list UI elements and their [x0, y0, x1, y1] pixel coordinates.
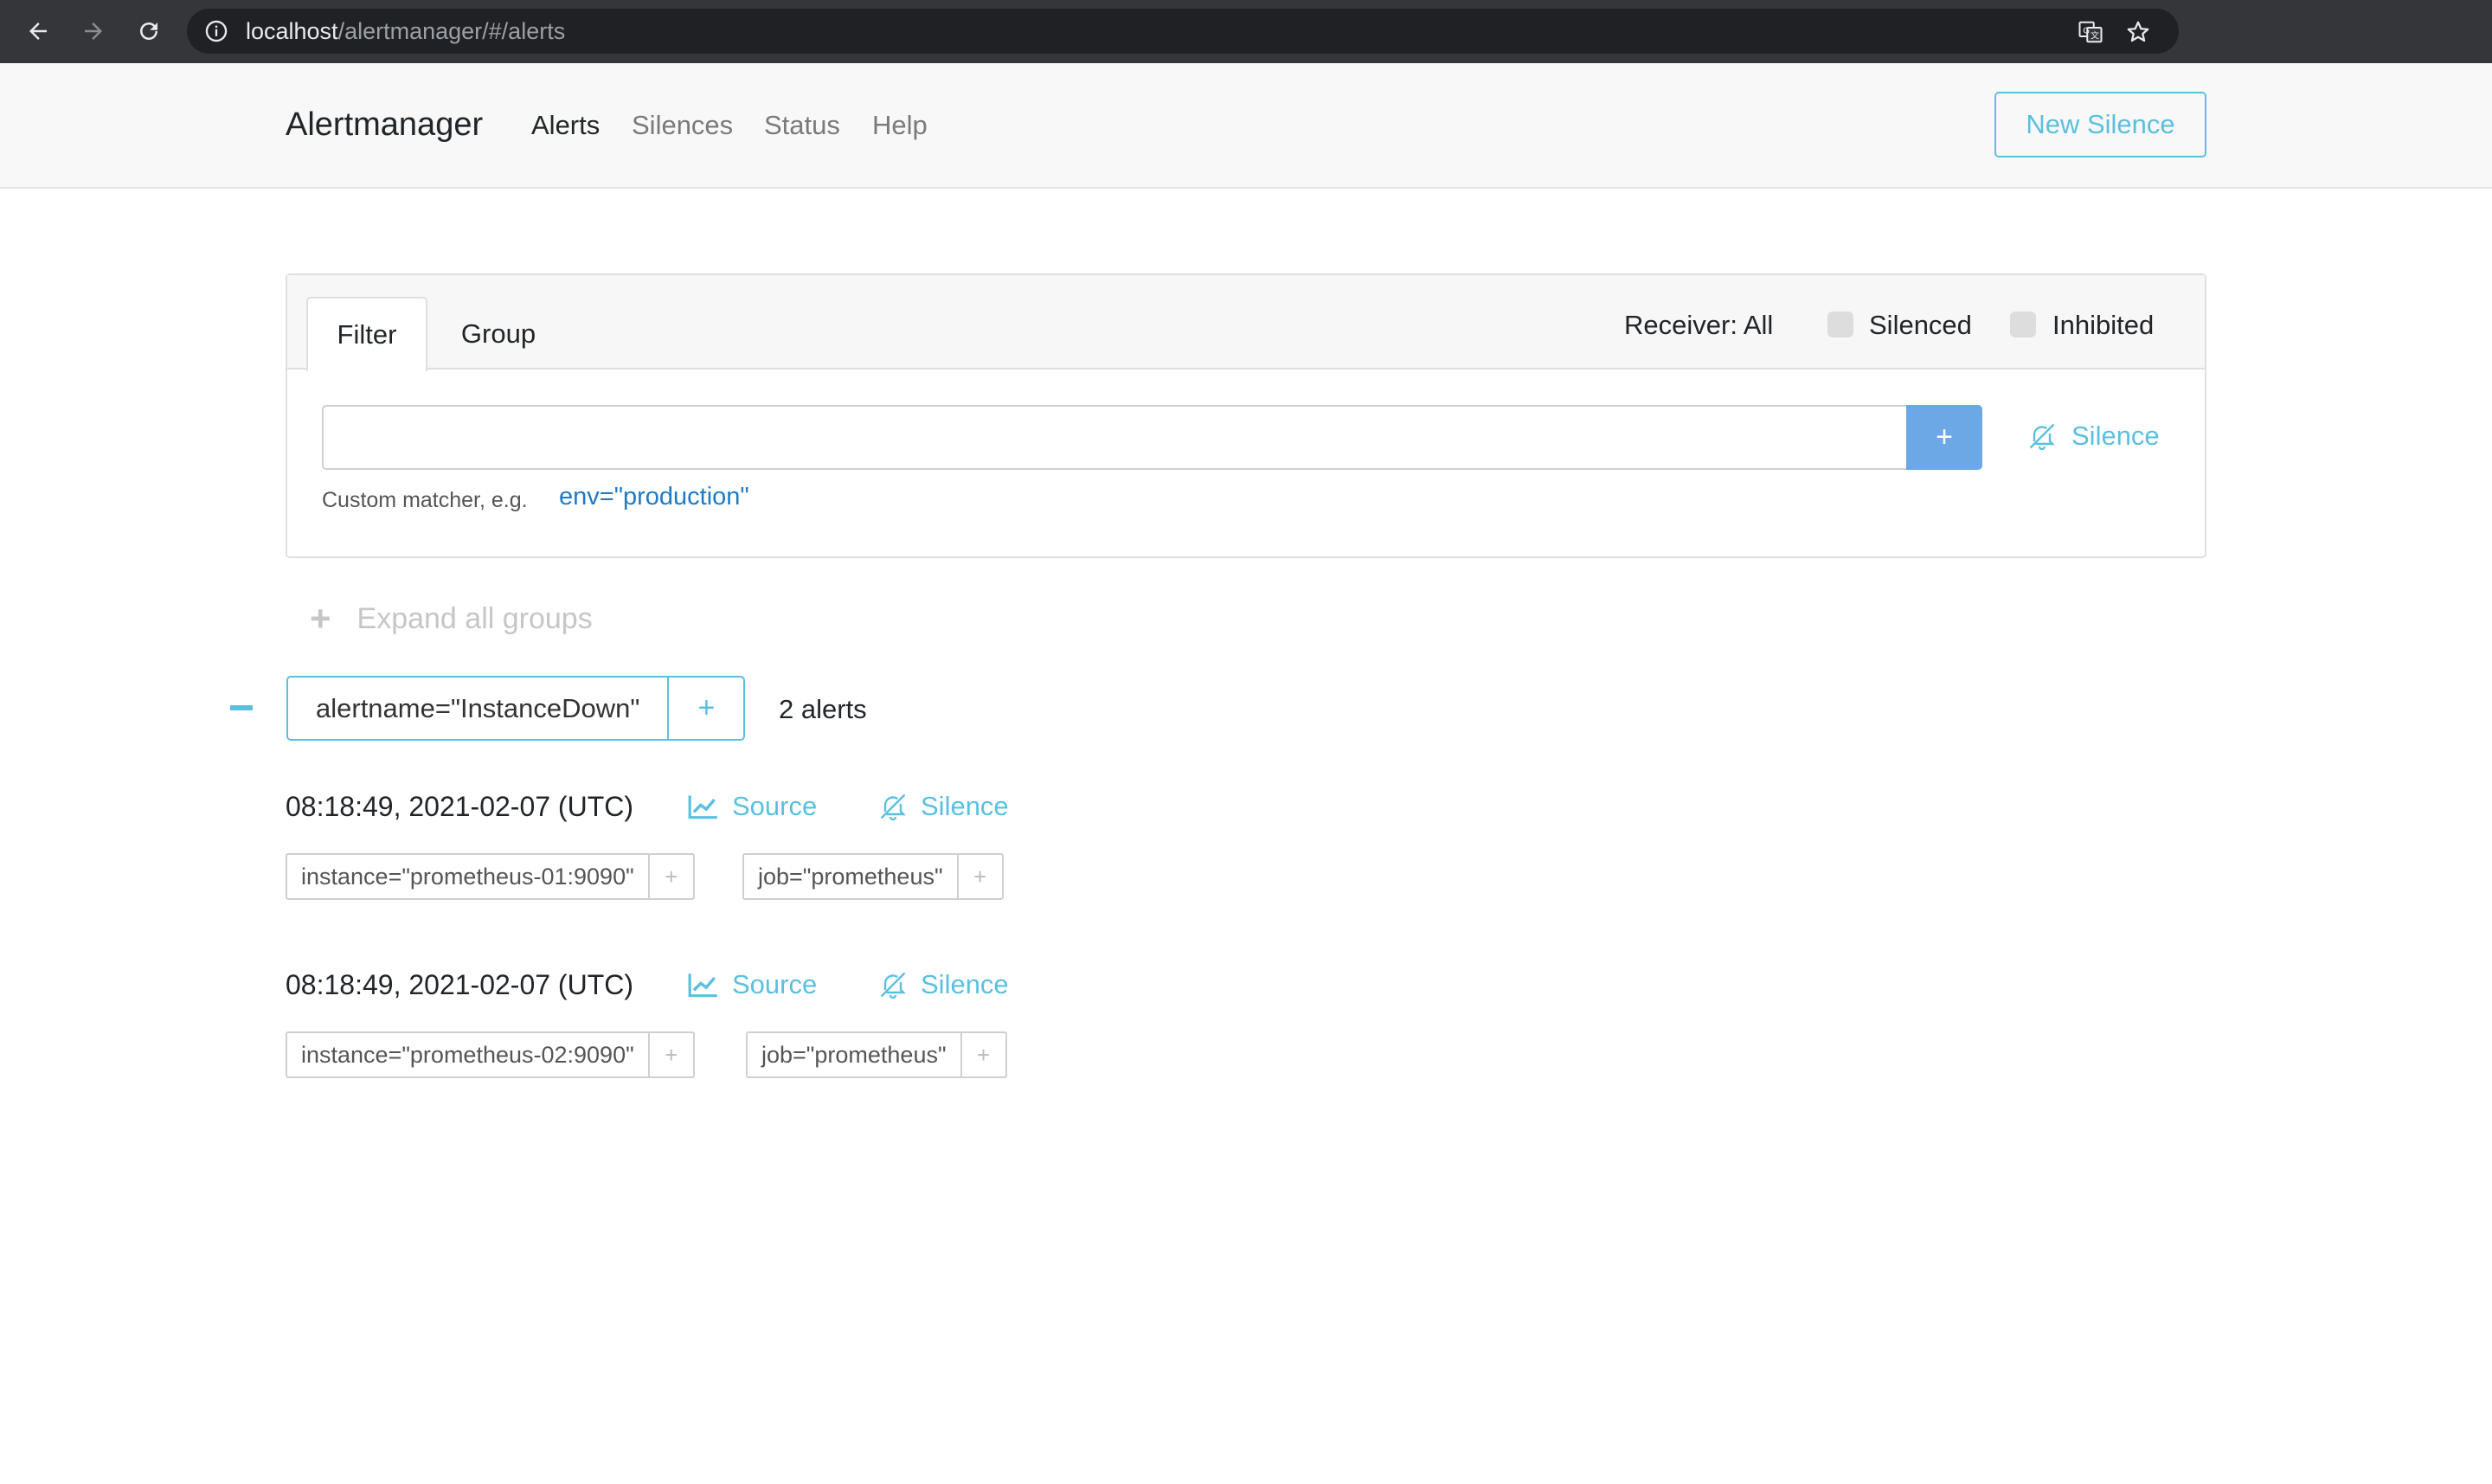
silenced-checkbox[interactable]	[1827, 312, 1853, 337]
tab-group[interactable]: Group	[450, 297, 547, 371]
silenced-label[interactable]: Silenced	[1869, 310, 1972, 341]
group-label: alertname="InstanceDown" +	[286, 676, 746, 741]
alert-source-label: Source	[732, 969, 818, 999]
label-chip-text[interactable]: instance="prometheus-02:9090"	[287, 1033, 650, 1076]
label-chip-add[interactable]: +	[650, 855, 693, 898]
back-icon[interactable]	[19, 12, 57, 50]
bell-slash-icon	[880, 972, 906, 999]
group-label-text[interactable]: alertname="InstanceDown"	[288, 678, 670, 739]
nav-status[interactable]: Status	[764, 110, 840, 141]
nav-help[interactable]: Help	[872, 110, 928, 141]
label-chip: job="prometheus" +	[746, 1031, 1007, 1078]
chart-line-icon	[688, 795, 717, 819]
matcher-example[interactable]: env="production"	[559, 483, 749, 511]
bell-slash-icon	[2029, 423, 2055, 451]
label-chip-add[interactable]: +	[962, 1033, 1005, 1076]
inhibited-checkbox[interactable]	[2010, 312, 2036, 337]
label-chip: instance="prometheus-02:9090" +	[286, 1031, 695, 1078]
alert-silence-link[interactable]: Silence	[877, 791, 1009, 822]
receiver-dropdown[interactable]: Receiver: All	[1624, 310, 1773, 341]
alert-source-link[interactable]: Source	[687, 969, 817, 1000]
svg-text:G: G	[2083, 26, 2090, 35]
label-chip: instance="prometheus-01:9090" +	[286, 853, 695, 900]
translate-icon[interactable]: G文	[2078, 19, 2103, 45]
label-chip-text[interactable]: job="prometheus"	[744, 855, 959, 898]
nav-silences[interactable]: Silences	[632, 110, 733, 141]
filter-input[interactable]	[322, 405, 1908, 470]
alert-silence-label: Silence	[921, 969, 1009, 999]
alert-silence-label: Silence	[921, 791, 1009, 821]
label-chip-add[interactable]: +	[650, 1033, 693, 1076]
info-icon[interactable]	[204, 19, 228, 43]
filter-silence-label: Silence	[2071, 421, 2160, 451]
svg-text:文: 文	[2091, 30, 2099, 42]
add-filter-button[interactable]: +	[1906, 405, 1982, 470]
group-add-button[interactable]: +	[669, 678, 743, 739]
url-text: localhost/alertmanager/#/alerts	[246, 9, 565, 54]
chart-line-icon	[688, 973, 717, 998]
collapse-group-icon[interactable]	[230, 705, 253, 710]
alert-source-link[interactable]: Source	[687, 791, 817, 822]
alert-count: 2 alerts	[779, 694, 867, 724]
label-chip-text[interactable]: instance="prometheus-01:9090"	[287, 855, 650, 898]
expand-all-groups[interactable]: + Expand all groups	[310, 598, 593, 639]
bell-slash-icon	[880, 793, 906, 821]
nav-alerts[interactable]: Alerts	[531, 110, 600, 141]
brand-logo[interactable]: Alertmanager	[286, 106, 483, 144]
address-bar[interactable]: localhost/alertmanager/#/alerts G文	[187, 9, 2179, 54]
tab-filter[interactable]: Filter	[306, 297, 427, 371]
filter-silence-link[interactable]: Silence	[2026, 421, 2160, 452]
url-host: localhost	[246, 18, 338, 44]
filter-card: Filter Group Receiver: All Silenced Inhi…	[286, 273, 2206, 558]
label-chip-add[interactable]: +	[959, 855, 1002, 898]
alert-source-label: Source	[732, 791, 818, 821]
alert-silence-link[interactable]: Silence	[877, 969, 1009, 1000]
reload-icon[interactable]	[130, 12, 168, 50]
plus-icon: +	[310, 598, 331, 639]
alert-time: 08:18:49, 2021-02-07 (UTC)	[286, 791, 633, 822]
inhibited-label[interactable]: Inhibited	[2052, 310, 2154, 341]
expand-all-label: Expand all groups	[356, 601, 593, 635]
filter-card-header: Filter Group Receiver: All Silenced Inhi…	[287, 275, 2205, 371]
alert-time: 08:18:49, 2021-02-07 (UTC)	[286, 969, 633, 1000]
label-chip: job="prometheus" +	[742, 853, 1004, 900]
new-silence-button[interactable]: New Silence	[1994, 92, 2206, 157]
label-chip-text[interactable]: job="prometheus"	[748, 1033, 962, 1076]
browser-toolbar: localhost/alertmanager/#/alerts G文	[0, 0, 2492, 63]
url-path: /alertmanager/#/alerts	[337, 18, 566, 44]
matcher-hint: Custom matcher, e.g.	[322, 488, 528, 512]
star-icon[interactable]	[2125, 19, 2151, 45]
forward-icon[interactable]	[74, 12, 112, 50]
app-navbar: Alertmanager Alerts Silences Status Help…	[0, 63, 2492, 189]
